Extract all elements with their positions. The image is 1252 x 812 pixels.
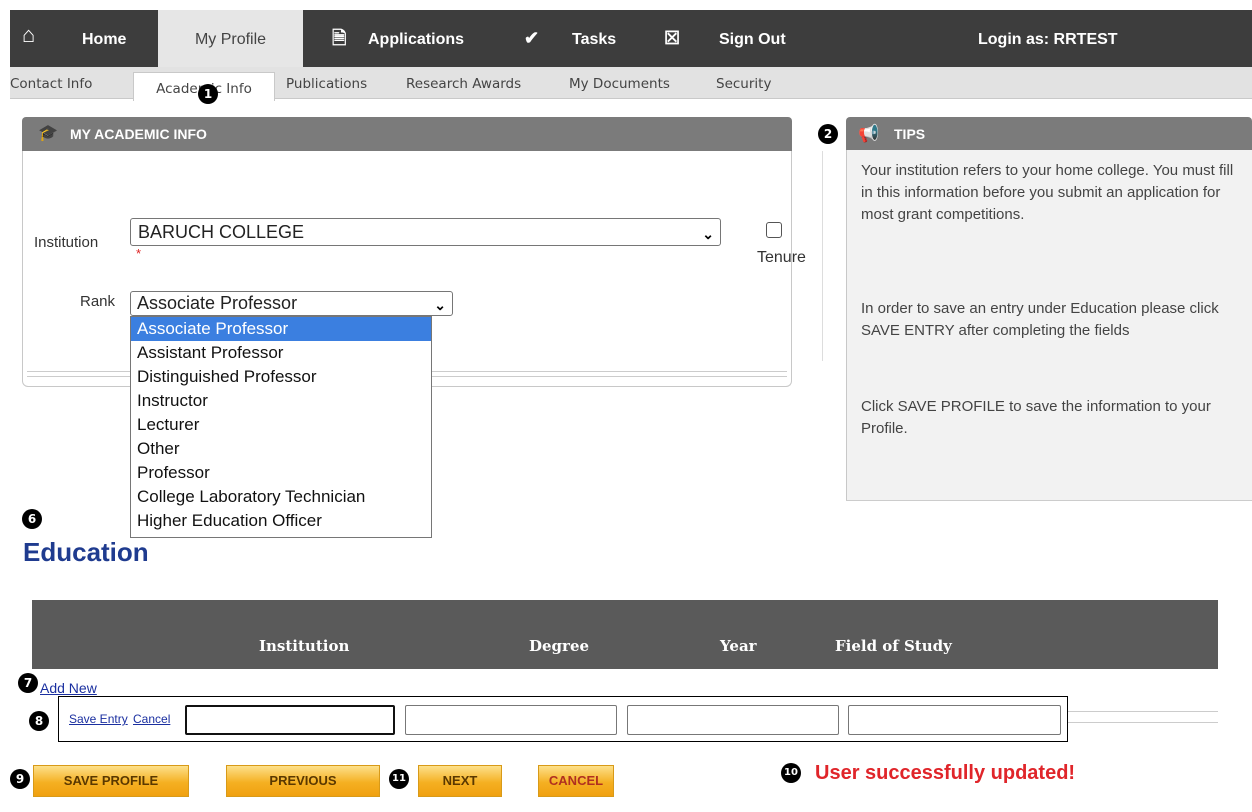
- megaphone-icon: 📢: [858, 124, 880, 143]
- add-new-link[interactable]: Add New: [40, 680, 97, 696]
- education-title: Education: [23, 537, 149, 567]
- tips-divider: [846, 496, 1252, 501]
- nav-sign-out[interactable]: Sign Out: [719, 10, 786, 67]
- rank-option[interactable]: Distinguished Professor: [131, 365, 431, 389]
- education-entry-row: Save Entry Cancel: [58, 696, 1068, 742]
- required-asterisk: *: [136, 246, 142, 261]
- tips-panel-body: Your institution refers to your home col…: [846, 150, 1252, 501]
- tip-text: Your institution refers to your home col…: [861, 162, 1234, 223]
- top-nav: ⌂ Home My Profile 🗎 Applications ✔ Tasks…: [10, 10, 1252, 70]
- cancel-entry-link[interactable]: Cancel: [133, 712, 170, 726]
- nav-home[interactable]: Home: [82, 10, 126, 67]
- tab-security[interactable]: Security: [716, 76, 771, 92]
- previous-button[interactable]: PREVIOUS: [226, 765, 380, 797]
- column-year: Year: [720, 637, 757, 655]
- nav-my-profile[interactable]: My Profile: [158, 10, 303, 70]
- graduation-cap-icon: 🎓: [38, 125, 58, 142]
- chevron-down-icon: ⌄: [434, 297, 446, 313]
- rank-dropdown-list: Associate Professor Assistant Professor …: [130, 316, 432, 538]
- rank-select[interactable]: Associate Professor ⌄: [130, 291, 453, 316]
- tips-title: TIPS: [894, 126, 926, 142]
- home-icon[interactable]: ⌂: [22, 24, 35, 46]
- tab-my-documents[interactable]: My Documents: [569, 76, 670, 92]
- institution-select[interactable]: BARUCH COLLEGE ⌄: [130, 218, 721, 246]
- tab-research-awards[interactable]: Research Awards: [406, 76, 521, 92]
- rank-option[interactable]: Other: [131, 437, 431, 461]
- tip-text: Click SAVE PROFILE to save the informati…: [861, 398, 1211, 437]
- nav-applications[interactable]: Applications: [368, 10, 464, 67]
- checkmark-icon: ✔: [524, 28, 540, 48]
- tips-panel-header: 📢 TIPS: [846, 117, 1252, 151]
- education-table-header: Institution Degree Year Field of Study: [32, 600, 1218, 669]
- marker-8: 8: [29, 711, 49, 731]
- column-institution: Institution: [259, 637, 350, 655]
- column-divider: [822, 151, 823, 361]
- institution-input[interactable]: [185, 705, 395, 735]
- degree-input[interactable]: [405, 705, 617, 735]
- chevron-down-icon: ⌄: [702, 226, 714, 242]
- tenure-checkbox[interactable]: [766, 222, 782, 238]
- column-degree: Degree: [529, 637, 590, 655]
- rank-option[interactable]: College Laboratory Technician: [131, 485, 431, 509]
- marker-10: 10: [781, 763, 801, 783]
- row-divider: [1068, 711, 1218, 723]
- status-message: User successfully updated!: [815, 762, 1076, 784]
- marker-7: 7: [18, 673, 38, 693]
- nav-tasks[interactable]: Tasks: [572, 10, 616, 67]
- save-entry-link[interactable]: Save Entry: [69, 712, 128, 726]
- academic-panel-title: MY ACADEMIC INFO: [70, 126, 207, 142]
- institution-value: BARUCH COLLEGE: [138, 222, 305, 242]
- marker-2: 2: [818, 124, 838, 144]
- rank-label: Rank: [80, 293, 116, 310]
- marker-6: 6: [22, 509, 42, 529]
- institution-label: Institution: [34, 234, 99, 251]
- tab-publications[interactable]: Publications: [286, 76, 367, 92]
- rank-option[interactable]: Associate Professor: [131, 317, 431, 341]
- marker-11: 11: [389, 769, 409, 789]
- rank-option[interactable]: Instructor: [131, 389, 431, 413]
- rank-option[interactable]: Lecturer: [131, 413, 431, 437]
- tab-contact-info[interactable]: Contact Info: [10, 76, 92, 92]
- academic-panel-header: 🎓 MY ACADEMIC INFO: [22, 117, 792, 151]
- tip-text: In order to save an entry under Educatio…: [861, 300, 1219, 339]
- document-icon: 🗎: [332, 28, 347, 48]
- marker-1: 1: [198, 84, 218, 104]
- login-status: Login as: RRTEST: [978, 31, 1118, 48]
- field-of-study-input[interactable]: [848, 705, 1061, 735]
- column-field-of-study: Field of Study: [835, 637, 952, 655]
- next-button[interactable]: NEXT: [418, 765, 502, 797]
- marker-9: 9: [10, 769, 30, 789]
- rank-option[interactable]: Professor: [131, 461, 431, 485]
- rank-option[interactable]: Higher Education Officer: [131, 509, 431, 533]
- close-box-icon: ☒: [664, 28, 681, 48]
- tenure-label: Tenure: [757, 249, 806, 266]
- rank-value: Associate Professor: [137, 293, 298, 313]
- year-input[interactable]: [627, 705, 839, 735]
- profile-subnav: Contact Info Academic Info Publications …: [10, 67, 1252, 101]
- rank-option[interactable]: Assistant Professor: [131, 341, 431, 365]
- save-profile-button[interactable]: SAVE PROFILE: [33, 765, 189, 797]
- cancel-button[interactable]: CANCEL: [538, 765, 614, 797]
